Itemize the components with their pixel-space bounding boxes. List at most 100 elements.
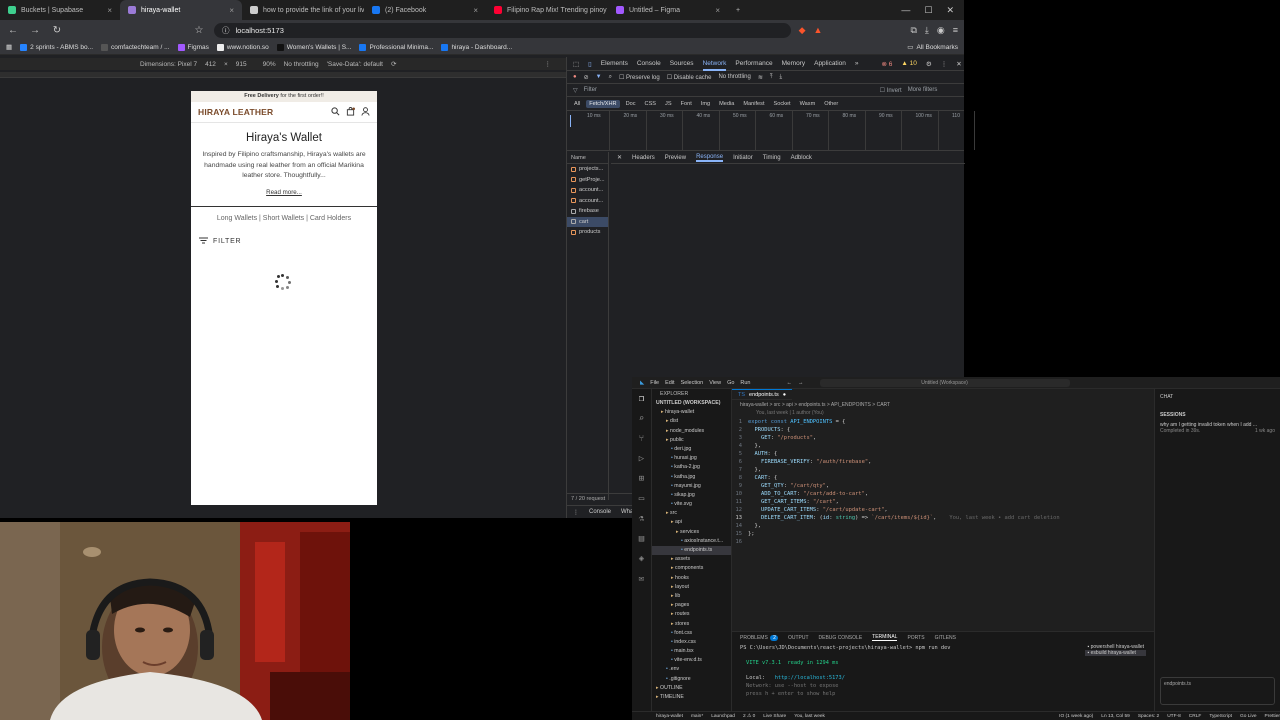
status-item[interactable]: Launchpad	[711, 714, 735, 719]
folder-item[interactable]: ▸ services	[652, 528, 731, 537]
bookmark-item[interactable]: Women's Wallets | S...	[276, 43, 351, 51]
panel-tab-output[interactable]: OUTPUT	[788, 635, 809, 641]
devtools-tab-network[interactable]: Network	[702, 57, 727, 71]
bookmark-item[interactable]: 2 sprints - ABMS bo...	[20, 43, 93, 51]
status-item[interactable]: Live Share	[763, 714, 786, 719]
detail-tab-headers[interactable]: Headers	[632, 155, 655, 161]
detail-tab-initiator[interactable]: Initiator	[733, 155, 753, 161]
type-filter-all[interactable]: All	[571, 100, 583, 108]
file-item[interactable]: • endpoints.ts	[652, 546, 731, 556]
panel-tab-terminal[interactable]: TERMINAL	[872, 634, 898, 641]
category-links[interactable]: Long Wallets | Short Wallets | Card Hold…	[191, 215, 377, 222]
gitlens-icon[interactable]: ◈	[632, 549, 651, 569]
detail-tab-preview[interactable]: Preview	[665, 155, 686, 161]
settings-icon[interactable]: ⚙	[926, 60, 932, 68]
file-item[interactable]: • hurasi.jpg	[652, 454, 731, 463]
testing-icon[interactable]: ⚗	[632, 509, 651, 529]
search-icon[interactable]: ⌕	[609, 74, 612, 81]
back-icon[interactable]: ←	[6, 25, 20, 36]
record-icon[interactable]: ●	[573, 74, 577, 80]
new-tab-button[interactable]: +	[728, 0, 748, 20]
folder-item[interactable]: ▸ assets	[652, 555, 731, 564]
status-item[interactable]: You, last week	[794, 714, 825, 719]
status-item[interactable]: Ln 13, Col 59	[1101, 714, 1130, 719]
folder-item[interactable]: ▸ dist	[652, 417, 731, 426]
tab-close-icon[interactable]: ×	[107, 6, 112, 15]
type-filter-img[interactable]: Img	[698, 100, 713, 108]
rewards-icon[interactable]: ▲	[814, 25, 823, 35]
reload-icon[interactable]: ↻	[50, 25, 64, 36]
export-icon[interactable]: ⤓	[780, 74, 783, 81]
status-item[interactable]: CRLF	[1189, 714, 1202, 719]
status-item[interactable]: Go Live	[1240, 714, 1257, 719]
code-content[interactable]: 1 export const API_ENDPOINTS = {2 PRODUCT…	[732, 417, 1154, 546]
folder-item[interactable]: ▸ components	[652, 564, 731, 573]
extensions-icon[interactable]: ⊞	[632, 469, 651, 489]
browser-tab[interactable]: how to provide the link of your livesi×	[242, 0, 364, 20]
status-item[interactable]: main*	[691, 714, 703, 719]
file-item[interactable]: • axiosInstance.t...	[652, 537, 731, 546]
type-filter-doc[interactable]: Doc	[623, 100, 639, 108]
menu-item[interactable]: Run	[740, 380, 750, 386]
brave-shield-icon[interactable]: ◆	[799, 25, 806, 36]
nav-back-icon[interactable]: ←	[787, 380, 793, 386]
status-item[interactable]: Prettier	[1265, 714, 1280, 719]
wifi-icon[interactable]: ≋	[758, 74, 763, 81]
panel-tab-debug-console[interactable]: DEBUG CONSOLE	[819, 635, 863, 641]
close-icon[interactable]: ✕	[956, 60, 961, 68]
devtools-tab-console[interactable]: Console	[637, 60, 661, 67]
code-line[interactable]: 4 },	[732, 442, 1154, 450]
file-item[interactable]: • main.tsx	[652, 647, 731, 656]
type-filter-font[interactable]: Font	[678, 100, 695, 108]
height-input[interactable]: 915	[236, 61, 247, 68]
filter-button[interactable]: FILTER	[191, 237, 377, 246]
warning-count[interactable]: ▲ 10	[901, 60, 916, 67]
status-item[interactable]: IO (1 week ago)	[1059, 714, 1093, 719]
detail-tab-response[interactable]: Response	[696, 154, 724, 162]
folder-item[interactable]: ▸ src	[652, 509, 731, 518]
folder-item[interactable]: ▸ OUTLINE	[652, 684, 731, 693]
docker-icon[interactable]: ▤	[632, 529, 651, 549]
workspace-header[interactable]: UNTITLED (WORKSPACE)	[652, 399, 731, 408]
file-item[interactable]: • katha-2.jpg	[652, 463, 731, 472]
status-item[interactable]: Spaces: 2	[1138, 714, 1159, 719]
source-control-icon[interactable]: ⑂	[632, 429, 651, 449]
type-filter-js[interactable]: JS	[662, 100, 675, 108]
panel-tab-gitlens[interactable]: GITLENS	[935, 635, 956, 641]
bookmark-item[interactable]: hiraya - Dashboard...	[441, 43, 512, 51]
folder-item[interactable]: ▸ stores	[652, 620, 731, 629]
zoom-select[interactable]: 90%	[263, 61, 276, 68]
search-icon[interactable]	[331, 106, 340, 118]
browser-tab[interactable]: (2) Facebook ×	[364, 0, 486, 20]
request-row[interactable]: cart	[567, 216, 608, 227]
menu-item[interactable]: File	[650, 380, 659, 386]
folder-item[interactable]: ▸ lib	[652, 592, 731, 601]
code-line[interactable]: 15};	[732, 530, 1154, 538]
drawer-tab[interactable]: Console	[589, 509, 611, 515]
clear-icon[interactable]: ⊘	[584, 74, 589, 81]
file-item[interactable]: • .gitignore	[652, 675, 731, 684]
status-item[interactable]: UTF-8	[1167, 714, 1181, 719]
bookmark-item[interactable]: www.notion.so	[216, 43, 269, 51]
tab-close-icon[interactable]: ×	[229, 6, 234, 15]
chat-icon[interactable]: ✉	[632, 569, 651, 589]
width-input[interactable]: 412	[205, 61, 216, 68]
code-line[interactable]: 6 FIREBASE_VERIFY: "/auth/firebase",	[732, 458, 1154, 466]
cart-icon[interactable]	[346, 106, 355, 118]
tab-close-icon[interactable]: ×	[473, 6, 478, 15]
type-filter-css[interactable]: CSS	[642, 100, 660, 108]
menu-icon[interactable]: ≡	[953, 25, 958, 35]
code-line[interactable]: 11 GET_CART_ITEMS: "/cart",	[732, 498, 1154, 506]
type-filter-other[interactable]: Other	[821, 100, 841, 108]
filter-input[interactable]: Filter	[584, 87, 874, 93]
folder-item[interactable]: ▸ TIMELINE	[652, 693, 731, 702]
menu-item[interactable]: Edit	[665, 380, 674, 386]
error-count[interactable]: ⊗ 6	[882, 60, 893, 68]
unsaved-dot-icon[interactable]: ●	[783, 392, 786, 398]
code-line[interactable]: 8 CART: {	[732, 474, 1154, 482]
nav-forward-icon[interactable]: →	[798, 380, 804, 386]
invert-checkbox[interactable]: ☐ Invert	[880, 87, 902, 94]
code-line[interactable]: 14 },	[732, 522, 1154, 530]
type-filter-media[interactable]: Media	[716, 100, 737, 108]
code-line[interactable]: 13 DELETE_CART_ITEM: (id: string) => `/c…	[732, 514, 1154, 522]
